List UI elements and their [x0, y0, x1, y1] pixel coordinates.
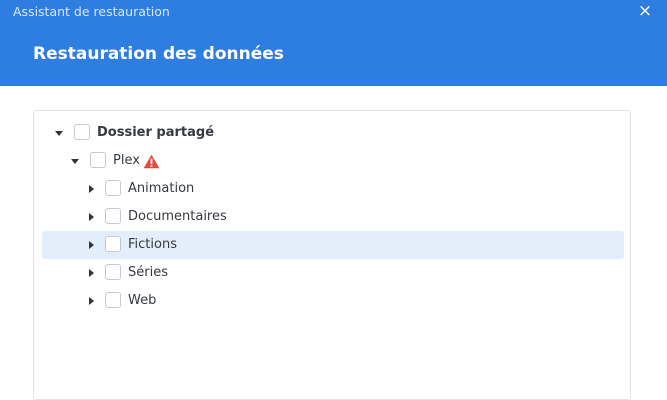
caret-right-icon[interactable]: [86, 240, 96, 250]
folder-tree: Dossier partagé Plex Animation Documenta…: [33, 110, 631, 400]
tree-row-fictions[interactable]: Fictions: [42, 231, 624, 259]
checkbox-plex[interactable]: [90, 152, 106, 168]
checkbox-series[interactable]: [105, 264, 121, 280]
tree-row-plex[interactable]: Plex: [42, 147, 624, 175]
tree-row-web[interactable]: Web: [42, 287, 624, 315]
warning-icon: [143, 154, 160, 169]
tree-row-animation[interactable]: Animation: [42, 175, 624, 203]
caret-right-icon[interactable]: [86, 268, 96, 278]
page-title: Restauration des données: [33, 44, 284, 64]
caret-right-icon[interactable]: [86, 184, 96, 194]
checkbox-documentaires[interactable]: [105, 208, 121, 224]
checkbox-web[interactable]: [105, 292, 121, 308]
checkbox-fictions[interactable]: [105, 236, 121, 252]
checkbox-shared-folder[interactable]: [74, 124, 90, 140]
caret-down-icon[interactable]: [54, 128, 64, 138]
window-title: Assistant de restauration: [13, 4, 170, 19]
tree-label-documentaires: Documentaires: [128, 209, 227, 224]
tree-row-series[interactable]: Séries: [42, 259, 624, 287]
tree-row-documentaires[interactable]: Documentaires: [42, 203, 624, 231]
checkbox-animation[interactable]: [105, 180, 121, 196]
tree-label-animation: Animation: [128, 181, 195, 196]
tree-label-web: Web: [128, 293, 157, 308]
tree-label-fictions: Fictions: [128, 237, 177, 252]
close-icon[interactable]: ×: [637, 2, 653, 20]
dialog-header: Assistant de restauration × Restauration…: [0, 0, 667, 86]
tree-label-plex: Plex: [113, 153, 140, 168]
caret-right-icon[interactable]: [86, 212, 96, 222]
tree-label-series: Séries: [128, 265, 168, 280]
caret-down-icon[interactable]: [70, 156, 80, 166]
tree-label-shared-folder: Dossier partagé: [97, 125, 215, 140]
caret-right-icon[interactable]: [86, 296, 96, 306]
tree-row-shared-folder[interactable]: Dossier partagé: [42, 119, 624, 147]
